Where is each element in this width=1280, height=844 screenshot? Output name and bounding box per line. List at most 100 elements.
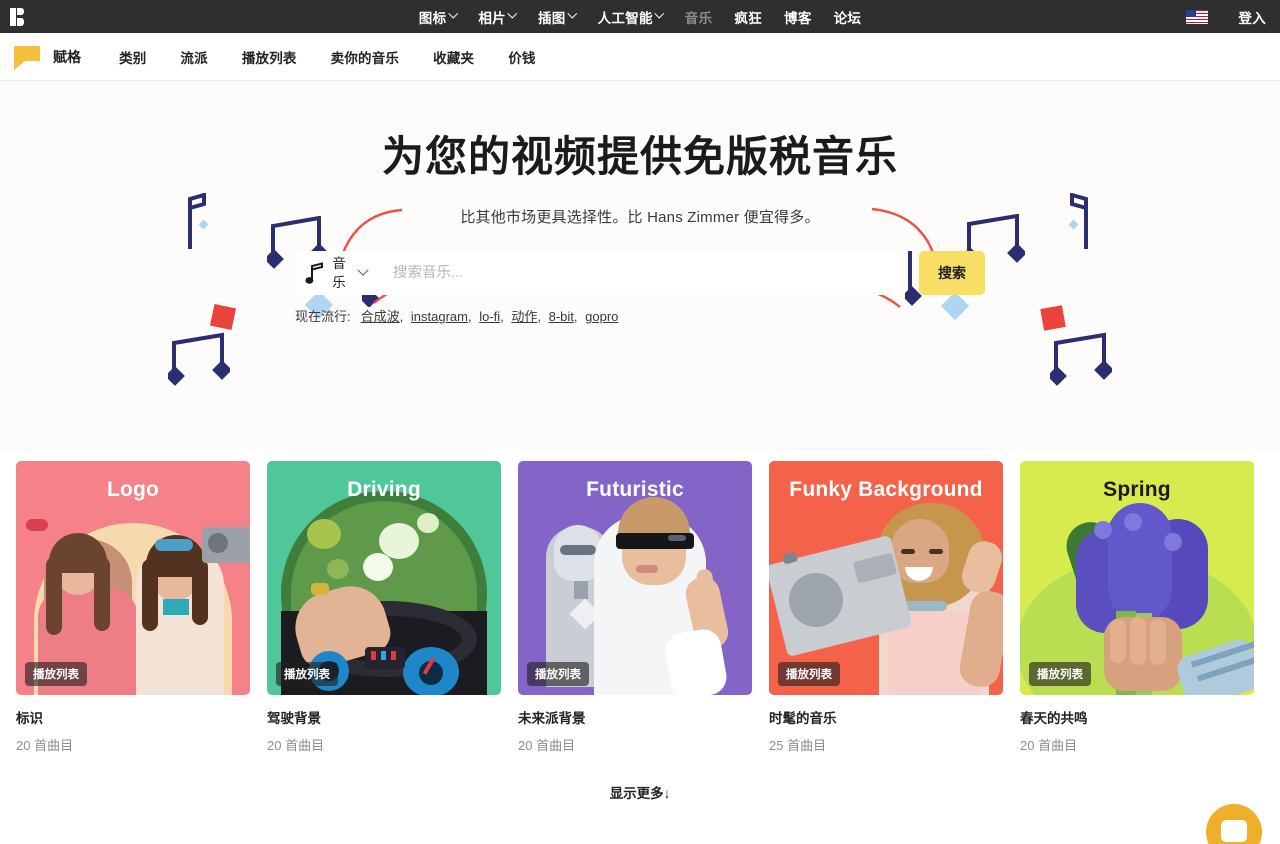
brand-name-label: 赋格 xyxy=(53,48,81,65)
playlist-title: 驾驶背景 xyxy=(267,711,321,726)
top-nav-right-group: 登入 xyxy=(1186,0,1266,33)
top-navigation-bar: 图标 相片 插图 人工智能 音乐 疯狂 博客 论坛 登入 xyxy=(0,0,1280,33)
tag-separator: , xyxy=(399,309,407,325)
subnav-item-2[interactable]: 播放列表 xyxy=(242,47,297,67)
playlist-track-count: 20 首曲目 xyxy=(1020,738,1078,753)
playlist-card[interactable]: Driving 播放列表驾驶背景 20 首曲目 xyxy=(267,461,501,754)
page-root: 图标 相片 插图 人工智能 音乐 疯狂 博客 论坛 登入 赋格 类别 流派 播放列表 卖你的音乐 收藏… xyxy=(0,0,1280,844)
trending-tag-2[interactable]: lo-fi xyxy=(479,309,500,324)
search-type-label: 音乐 xyxy=(332,255,346,291)
trending-label: 现在流行: xyxy=(295,309,351,325)
playlist-badge: 播放列表 xyxy=(1029,662,1091,686)
playlist-title: 未来派背景 xyxy=(518,711,586,726)
playlist-card[interactable]: Futuristic 播放列表未来派背景 20 首曲目 xyxy=(518,461,752,754)
show-more-button[interactable]: 显示更多↓ xyxy=(0,782,1280,802)
trending-tag-1[interactable]: instagram xyxy=(411,309,468,324)
artwork-title: Logo xyxy=(106,478,160,501)
subnav-item-0[interactable]: 类别 xyxy=(119,47,146,67)
playlist-track-count: 20 首曲目 xyxy=(267,738,325,753)
playlist-artwork[interactable]: Futuristic 播放列表 xyxy=(518,461,752,695)
top-nav-item-label: 音乐 xyxy=(684,10,713,26)
search-input[interactable] xyxy=(371,265,899,282)
playlist-badge: 播放列表 xyxy=(527,662,589,686)
trending-tag-5[interactable]: gopro xyxy=(585,309,618,324)
subnav-item-1[interactable]: 流派 xyxy=(180,47,207,67)
top-nav-item-label: 疯狂 xyxy=(734,10,763,26)
playlist-artwork[interactable]: Funky Background 播放列表 xyxy=(769,461,1003,695)
fugue-flag-logo xyxy=(14,44,40,70)
square-decoration xyxy=(209,303,237,331)
playlist-track-count: 20 首曲目 xyxy=(16,738,74,753)
playlist-track-count: 25 首曲目 xyxy=(769,738,827,753)
page-title: 为您的视频提供免版税音乐 xyxy=(381,133,898,180)
us-flag-icon[interactable] xyxy=(1186,9,1209,24)
artwork-title: Driving xyxy=(347,478,421,501)
playlist-badge: 播放列表 xyxy=(276,662,338,686)
secondary-navigation-bar: 赋格 类别 流派 播放列表 卖你的音乐 收藏夹 价钱 xyxy=(0,33,1280,81)
music-note-decoration xyxy=(1050,332,1112,386)
playlist-title: 时髦的音乐 xyxy=(769,711,837,726)
top-nav-item-0[interactable]: 图标 xyxy=(418,7,458,27)
chevron-down-icon xyxy=(567,8,578,19)
top-nav-item-6[interactable]: 博客 xyxy=(784,7,812,27)
top-nav-item-label: 论坛 xyxy=(833,10,862,26)
top-nav-item-7[interactable]: 论坛 xyxy=(834,7,862,27)
trending-tag-3[interactable]: 动作 xyxy=(511,309,537,324)
tag-separator: , xyxy=(467,309,476,325)
subnav-item-3[interactable]: 卖你的音乐 xyxy=(331,47,400,67)
playlist-title: 春天的共鸣 xyxy=(1020,711,1088,726)
trending-tag-0[interactable]: 合成波 xyxy=(361,309,400,324)
artwork-title: Funky Background xyxy=(789,478,983,501)
playlist-card[interactable]: Logo 播放列表标识 20 首曲目 xyxy=(16,461,250,754)
top-nav-item-3[interactable]: 人工智能 xyxy=(597,7,665,27)
search-button[interactable]: 搜索 xyxy=(919,251,985,296)
brand-b-icon[interactable] xyxy=(10,7,28,26)
playlist-badge: 播放列表 xyxy=(25,662,87,686)
tag-separator: , xyxy=(500,309,508,325)
chevron-down-icon xyxy=(654,8,665,19)
playlist-card[interactable]: Funky Background 播放列表时髦的音乐 25 首曲目 xyxy=(769,461,1003,754)
hero-section: 为您的视频提供免版税音乐 比其他市场更具选择性。比 Hans Zimmer 便宜… xyxy=(0,81,1280,451)
login-button[interactable]: 登入 xyxy=(1238,7,1266,27)
top-nav-item-4[interactable]: 音乐 xyxy=(685,7,713,27)
chevron-down-icon xyxy=(447,8,458,19)
top-nav-item-label: 插图 xyxy=(537,10,566,26)
fugue-brand-link[interactable]: 赋格 xyxy=(14,44,81,70)
trending-tags: 现在流行: 合成波, instagram, lo-fi, 动作, 8-bit, … xyxy=(295,306,985,325)
playlist-card[interactable]: Spring 播放列表春天的共鸣 20 首曲目 xyxy=(1020,461,1254,754)
subnav-item-4[interactable]: 收藏夹 xyxy=(433,47,474,67)
chevron-down-icon xyxy=(357,264,369,277)
chat-bubble-icon[interactable] xyxy=(1206,804,1262,844)
search-row: 音乐 搜索 xyxy=(295,251,985,296)
hero-subtitle: 比其他市场更具选择性。比 Hans Zimmer 便宜得多。 xyxy=(460,209,820,227)
tag-separator: , xyxy=(573,309,582,325)
playlist-artwork[interactable]: Driving 播放列表 xyxy=(267,461,501,695)
chevron-down-icon xyxy=(507,8,518,19)
square-decoration xyxy=(1040,305,1066,331)
search-type-dropdown[interactable]: 音乐 xyxy=(295,254,371,293)
top-nav-items: 图标 相片 插图 人工智能 音乐 疯狂 博客 论坛 xyxy=(419,7,861,27)
top-nav-item-2[interactable]: 插图 xyxy=(537,7,578,27)
playlist-track-count: 20 首曲目 xyxy=(518,738,576,753)
music-note-decoration xyxy=(168,332,230,386)
top-nav-item-label: 博客 xyxy=(784,10,812,26)
playlist-artwork[interactable]: Spring 播放列表 xyxy=(1020,461,1254,695)
playlist-artwork[interactable]: Logo 播放列表 xyxy=(16,461,250,695)
trending-tag-4[interactable]: 8-bit xyxy=(549,309,574,324)
top-nav-item-label: 人工智能 xyxy=(597,10,653,26)
subnav-links: 类别 流派 播放列表 卖你的音乐 收藏夹 价钱 xyxy=(119,47,536,67)
trending-tag-list: 合成波, instagram, lo-fi, 动作, 8-bit, gopro xyxy=(361,306,619,325)
top-nav-item-5[interactable]: 疯狂 xyxy=(734,7,762,27)
tag-separator: , xyxy=(537,309,545,325)
music-note-icon xyxy=(305,262,323,285)
top-nav-item-label: 相片 xyxy=(478,10,506,26)
search-box: 音乐 xyxy=(295,251,899,296)
subnav-item-5[interactable]: 价钱 xyxy=(508,47,535,67)
playlist-badge: 播放列表 xyxy=(778,662,840,686)
playlist-card-grid: Logo 播放列表标识 20 首曲目 Driving 播放列表驾驶背景 20 首曲目 F… xyxy=(0,461,1280,754)
top-nav-item-1[interactable]: 相片 xyxy=(478,7,518,27)
artwork-title: Futuristic xyxy=(586,478,684,501)
top-nav-item-label: 图标 xyxy=(418,10,447,26)
playlist-title: 标识 xyxy=(16,711,43,726)
artwork-title: Spring xyxy=(1103,478,1171,501)
